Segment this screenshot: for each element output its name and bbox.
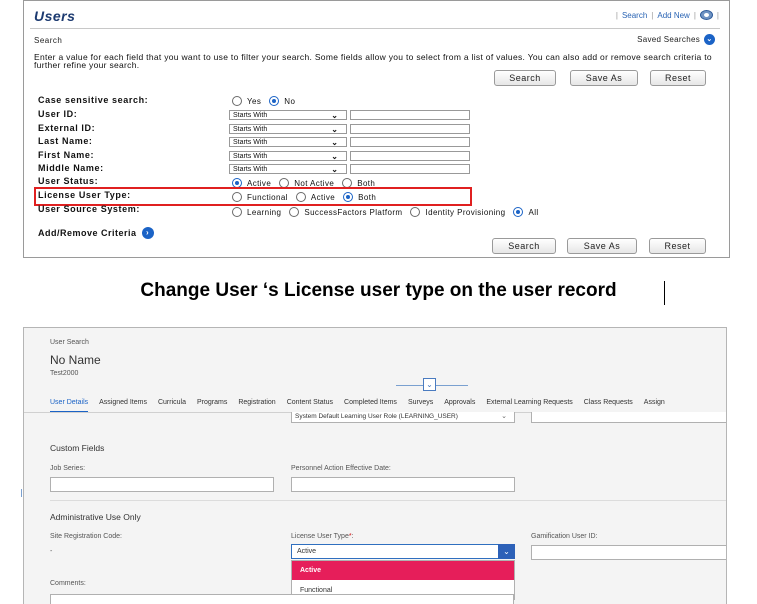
chevron-down-icon: ⌄ — [331, 138, 338, 147]
caption-text: Change User ‘s License user type on the … — [140, 280, 617, 301]
user-id-label: User ID: — [38, 109, 78, 119]
instructions-text: Enter a value for each field that you wa… — [34, 52, 712, 70]
first-name-label: First Name: — [38, 150, 95, 160]
chevron-down-icon[interactable]: ⌄ — [498, 544, 515, 559]
chevron-down-icon: ⌄ — [331, 165, 338, 174]
license-user-type-select[interactable]: Active — [291, 544, 515, 559]
tab-completed-items[interactable]: Completed Items — [344, 399, 397, 413]
add-remove-criteria-link[interactable]: Add/Remove Criteria › — [38, 227, 154, 239]
job-series-input[interactable] — [50, 477, 274, 492]
user-search-panel: Users | Search | Add New | | Search Save… — [23, 0, 730, 258]
saved-searches-link[interactable]: Saved Searches ⌄ — [637, 34, 715, 45]
user-id-operator-select[interactable]: Starts With ⌄ — [229, 110, 347, 120]
chevron-down-icon: ⌄ — [501, 413, 507, 420]
tab-approvals[interactable]: Approvals — [444, 399, 475, 413]
tab-surveys[interactable]: Surveys — [408, 399, 433, 413]
first-name-input[interactable] — [350, 151, 470, 161]
save-as-button-bottom[interactable]: Save As — [567, 238, 637, 254]
section-divider — [50, 500, 726, 501]
arrow-right-icon[interactable]: › — [141, 227, 154, 239]
tab-programs[interactable]: Programs — [197, 399, 227, 413]
user-id-text: Test2000 — [50, 370, 79, 377]
license-user-type-field-label: License User Type*: — [291, 533, 354, 540]
tab-registration[interactable]: Registration — [238, 399, 275, 413]
learning-role-select[interactable]: System Default Learning User Role (LEARN… — [291, 412, 515, 423]
site-registration-value: - — [50, 548, 53, 555]
panel-title: Users — [34, 8, 76, 24]
no-radio[interactable] — [269, 96, 280, 106]
middle-name-operator-select[interactable]: Starts With ⌄ — [229, 164, 347, 174]
user-source-system-label: User Source System: — [38, 204, 140, 214]
tab-bar: User Details Assigned Items Curricula Pr… — [50, 399, 676, 413]
tab-curricula[interactable]: Curricula — [158, 399, 186, 413]
required-mark: * — [348, 533, 352, 540]
gamification-label: Gamification User ID: — [531, 533, 598, 540]
user-status-label: User Status: — [38, 176, 99, 186]
help-icon[interactable] — [699, 10, 713, 20]
edge-mark — [21, 489, 22, 497]
admin-use-title: Administrative Use Only — [50, 512, 141, 522]
personnel-action-label: Personnel Action Effective Date: — [291, 465, 391, 472]
save-as-button[interactable]: Save As — [570, 70, 638, 86]
first-name-operator-select[interactable]: Starts With ⌄ — [229, 151, 347, 161]
chevron-down-icon: ⌄ — [331, 152, 338, 161]
saved-searches-label: Saved Searches — [637, 35, 700, 44]
source-identity-radio[interactable] — [410, 207, 421, 217]
chevron-down-icon[interactable]: ⌄ — [423, 378, 436, 391]
source-learning-radio[interactable] — [232, 207, 242, 217]
user-name: No Name — [50, 353, 101, 367]
reset-button[interactable]: Reset — [650, 70, 706, 86]
yes-radio[interactable] — [232, 96, 242, 106]
user-record-panel: User Search No Name Test2000 ⌄ User Deta… — [23, 327, 727, 604]
chevron-down-icon[interactable]: ⌄ — [704, 34, 715, 45]
middle-name-input[interactable] — [350, 164, 470, 174]
tab-content-status[interactable]: Content Status — [287, 399, 333, 413]
job-series-label: Job Series: — [50, 465, 86, 472]
tab-user-details[interactable]: User Details — [50, 399, 89, 413]
last-name-operator-select[interactable]: Starts With ⌄ — [229, 137, 347, 147]
section-label: Search — [34, 36, 63, 45]
header-divider — [30, 28, 720, 29]
add-new-link[interactable]: Add New — [657, 11, 689, 20]
breadcrumb[interactable]: User Search — [50, 339, 89, 346]
source-successfactors-radio[interactable] — [289, 207, 300, 217]
case-sensitive-label: Case sensitive search: — [38, 95, 149, 105]
comments-label: Comments: — [50, 580, 86, 587]
option-active[interactable]: Active — [292, 561, 514, 580]
source-all-radio[interactable] — [513, 207, 524, 217]
search-button[interactable]: Search — [494, 70, 556, 86]
last-name-label: Last Name: — [38, 136, 93, 146]
text-cursor — [664, 281, 665, 305]
search-button-bottom[interactable]: Search — [492, 238, 556, 254]
comments-textarea[interactable] — [50, 594, 514, 604]
middle-name-label: Middle Name: — [38, 163, 104, 173]
chevron-down-icon: ⌄ — [331, 125, 338, 134]
external-id-operator-select[interactable]: Starts With ⌄ — [229, 124, 347, 134]
tab-external-learning-requests[interactable]: External Learning Requests — [486, 399, 572, 413]
external-id-label: External ID: — [38, 123, 96, 133]
header-links: | Search | Add New | | — [615, 10, 719, 20]
personnel-action-date-input[interactable] — [291, 477, 515, 492]
custom-fields-title: Custom Fields — [50, 443, 105, 453]
user-id-input[interactable] — [350, 110, 470, 120]
search-link[interactable]: Search — [622, 11, 647, 20]
tab-class-requests[interactable]: Class Requests — [584, 399, 633, 413]
chevron-down-icon: ⌄ — [331, 111, 338, 120]
gamification-input[interactable] — [531, 545, 726, 560]
user-source-system-radios: Learning SuccessFactors Platform Identit… — [232, 207, 547, 217]
right-field-box[interactable] — [531, 412, 726, 423]
reset-button-bottom[interactable]: Reset — [649, 238, 706, 254]
site-registration-label: Site Registration Code: — [50, 533, 122, 540]
external-id-input[interactable] — [350, 124, 470, 134]
tab-assigned-items[interactable]: Assigned Items — [99, 399, 147, 413]
case-sensitive-radios: Yes No — [232, 96, 303, 106]
tab-assign[interactable]: Assign — [644, 399, 665, 413]
last-name-input[interactable] — [350, 137, 470, 147]
